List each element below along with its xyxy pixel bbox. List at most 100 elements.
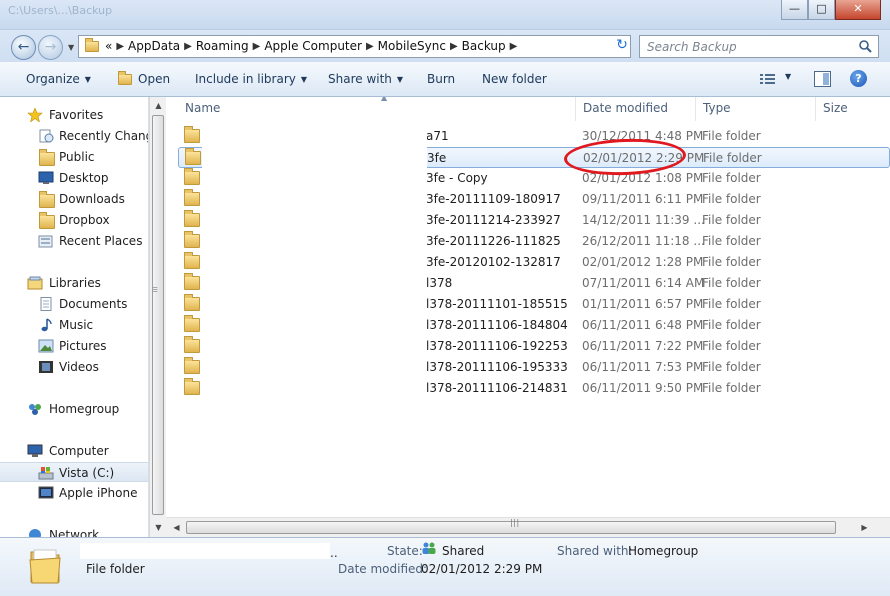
nav-libraries[interactable]: Libraries: [0, 273, 148, 293]
chevron-right-icon[interactable]: ▶: [116, 41, 124, 52]
close-button[interactable]: ✕: [835, 0, 881, 20]
file-name: 3fe - Copy: [426, 171, 488, 185]
search-icon[interactable]: [858, 39, 872, 53]
include-in-library-button[interactable]: Include in library ▼: [195, 72, 307, 86]
view-options-dropdown[interactable]: ▼: [785, 72, 791, 81]
nav-computer-label: Computer: [49, 444, 109, 458]
folder-icon: [184, 231, 200, 248]
burn-button[interactable]: Burn: [427, 72, 455, 86]
folder-icon: [85, 38, 99, 52]
maximize-button[interactable]: □: [808, 0, 835, 20]
file-name: l378: [426, 276, 453, 290]
breadcrumb-appdata[interactable]: AppData: [128, 39, 180, 53]
chevron-right-icon[interactable]: ▶: [510, 41, 518, 52]
folder-icon: [39, 149, 55, 166]
new-folder-button[interactable]: New folder: [482, 72, 547, 86]
nav-item-pictures[interactable]: Pictures: [0, 336, 148, 356]
nav-homegroup[interactable]: Homegroup: [0, 399, 148, 419]
column-header-type[interactable]: Type: [696, 97, 816, 121]
pictures-icon: [38, 339, 54, 353]
desktop-icon: [38, 171, 54, 184]
nav-item-desktop[interactable]: Desktop: [0, 168, 148, 188]
details-name-suffix: ..: [330, 546, 338, 560]
recent-pages-dropdown[interactable]: ▼: [68, 43, 74, 52]
scroll-right-arrow-icon[interactable]: ▶: [856, 519, 873, 536]
nav-item-recent-places[interactable]: Recent Places: [0, 231, 148, 251]
chevron-right-icon[interactable]: ▶: [184, 41, 192, 52]
refresh-button[interactable]: ↻: [611, 35, 633, 57]
documents-icon: [40, 297, 52, 311]
file-date-modified: 02/01/2012 1:28 PM: [582, 255, 704, 269]
scroll-up-arrow-icon[interactable]: ▲: [150, 97, 167, 114]
scroll-down-arrow-icon[interactable]: ▼: [150, 519, 167, 536]
title-bar: C:\Users\...\Backup — □ ✕: [0, 0, 890, 30]
search-input[interactable]: Search Backup: [639, 35, 879, 58]
address-bar[interactable]: « ▶ AppData ▶ Roaming ▶ Apple Computer ▶…: [78, 35, 695, 58]
breadcrumb-roaming[interactable]: Roaming: [196, 39, 249, 53]
folder-icon: [184, 378, 200, 395]
column-header-name[interactable]: Name ▲: [178, 97, 576, 121]
column-header-size[interactable]: Size: [816, 97, 890, 121]
search-placeholder: Search Backup: [647, 40, 737, 54]
details-pane: .. File folder State: Shared Shared with…: [0, 537, 890, 596]
breadcrumb-mobilesync[interactable]: MobileSync: [378, 39, 446, 53]
nav-item-downloads[interactable]: Downloads: [0, 189, 148, 209]
nav-computer[interactable]: Computer: [0, 441, 148, 461]
nav-item-vista-c[interactable]: Vista (C:): [0, 462, 148, 482]
chevron-right-icon[interactable]: ▶: [450, 41, 458, 52]
view-options-icon[interactable]: [760, 73, 776, 86]
minimize-button[interactable]: —: [781, 0, 808, 20]
scroll-left-arrow-icon[interactable]: ◀: [168, 519, 185, 536]
homegroup-icon: [29, 404, 41, 415]
nav-item-music[interactable]: Music: [0, 315, 148, 335]
help-button[interactable]: ?: [850, 70, 867, 87]
nav-favorites-label: Favorites: [49, 108, 104, 122]
folder-icon: [184, 168, 200, 185]
breadcrumb-backup[interactable]: Backup: [462, 39, 506, 53]
details-date-label: Date modified:: [338, 562, 428, 576]
preview-pane-icon[interactable]: [814, 71, 831, 87]
file-name: 3fe-20111226-111825: [426, 234, 561, 248]
folder-icon: [184, 315, 200, 332]
nav-item-label: Music: [59, 318, 94, 332]
share-with-button[interactable]: Share with ▼: [328, 72, 403, 86]
nav-item-documents[interactable]: Documents: [0, 294, 148, 314]
breadcrumb-overflow[interactable]: «: [105, 39, 112, 53]
nav-item-recently-changed[interactable]: Recently Changed: [0, 126, 148, 146]
file-date-modified: 06/11/2011 9:50 PM: [582, 381, 704, 395]
window-title: C:\Users\...\Backup: [8, 4, 113, 17]
chevron-right-icon[interactable]: ▶: [366, 41, 374, 52]
nav-scrollbar[interactable]: ▲ ─ ─ ─ ▼: [149, 97, 166, 537]
drive-icon: [38, 467, 54, 480]
nav-item-label: Documents: [59, 297, 128, 311]
nav-item-dropbox[interactable]: Dropbox: [0, 210, 148, 230]
organize-label: Organize: [26, 72, 80, 86]
nav-item-public[interactable]: Public: [0, 147, 148, 167]
column-name-label: Name: [185, 101, 221, 115]
forward-button[interactable]: →: [38, 35, 63, 60]
nav-network[interactable]: Network: [0, 525, 148, 537]
file-date-modified: 07/11/2011 6:14 AM: [582, 276, 705, 290]
back-arrow-icon: ←: [17, 39, 30, 55]
organize-button[interactable]: Organize ▼: [26, 72, 91, 86]
nav-favorites[interactable]: Favorites: [0, 105, 148, 125]
nav-scrollbar-thumb[interactable]: [152, 115, 164, 515]
file-name: 3fe: [427, 151, 447, 165]
details-state-label: State:: [387, 544, 423, 558]
chevron-right-icon[interactable]: ▶: [253, 41, 261, 52]
folder-icon: [184, 294, 200, 311]
column-header-date-modified[interactable]: Date modified: [576, 97, 696, 121]
file-name: l378-20111106-184804: [426, 318, 568, 332]
nav-item-videos[interactable]: Videos: [0, 357, 148, 377]
breadcrumb-apple-computer[interactable]: Apple Computer: [264, 39, 362, 53]
horizontal-scrollbar[interactable]: ◀ | | | ▶: [166, 517, 890, 537]
nav-item-label: Recently Changed: [59, 129, 148, 143]
open-button[interactable]: Open: [138, 72, 170, 86]
file-type: File folder: [702, 339, 761, 353]
file-date-modified: 06/11/2011 7:53 PM: [582, 360, 704, 374]
chevron-down-icon: ▼: [396, 75, 404, 84]
nav-item-apple-iphone[interactable]: Apple iPhone: [0, 483, 148, 503]
network-icon: [29, 529, 41, 537]
back-button[interactable]: ←: [11, 35, 36, 60]
help-icon: ?: [855, 72, 862, 85]
